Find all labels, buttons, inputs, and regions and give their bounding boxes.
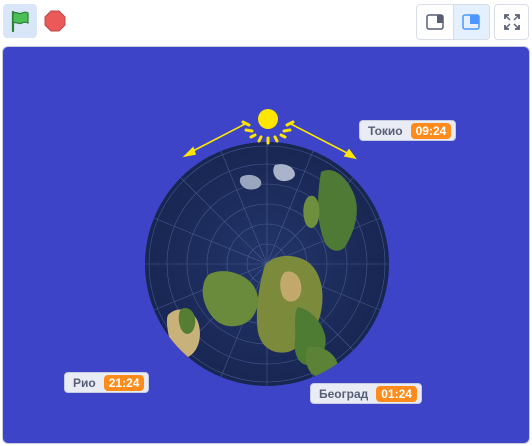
monitor-belgrade: Београд 01:24 bbox=[310, 383, 422, 404]
stage[interactable]: Токио 09:24 Рио 21:24 Београд 01:24 bbox=[2, 46, 530, 444]
monitor-value: 01:24 bbox=[376, 385, 417, 402]
large-stage-button[interactable] bbox=[453, 5, 489, 39]
green-flag-icon bbox=[11, 10, 29, 33]
fullscreen-button[interactable] bbox=[494, 4, 529, 40]
monitor-rio: Рио 21:24 bbox=[64, 372, 150, 393]
stage-size-toggle bbox=[416, 4, 490, 40]
stop-icon bbox=[44, 10, 66, 32]
stage-toolbar bbox=[0, 0, 532, 46]
monitor-label: Београд bbox=[319, 386, 369, 401]
large-stage-icon bbox=[462, 14, 480, 30]
sun-icon bbox=[241, 109, 295, 145]
monitor-tokyo: Токио 09:24 bbox=[359, 120, 457, 141]
monitor-label: Токио bbox=[368, 123, 403, 138]
green-flag-button[interactable] bbox=[3, 4, 37, 38]
small-stage-button[interactable] bbox=[417, 5, 454, 39]
monitor-value: 21:24 bbox=[103, 374, 145, 391]
fullscreen-icon bbox=[503, 14, 520, 30]
small-stage-icon bbox=[426, 14, 444, 30]
earth-map bbox=[145, 142, 389, 386]
monitor-value: 09:24 bbox=[410, 122, 452, 139]
monitor-label: Рио bbox=[73, 375, 96, 390]
stop-button[interactable] bbox=[38, 4, 72, 38]
